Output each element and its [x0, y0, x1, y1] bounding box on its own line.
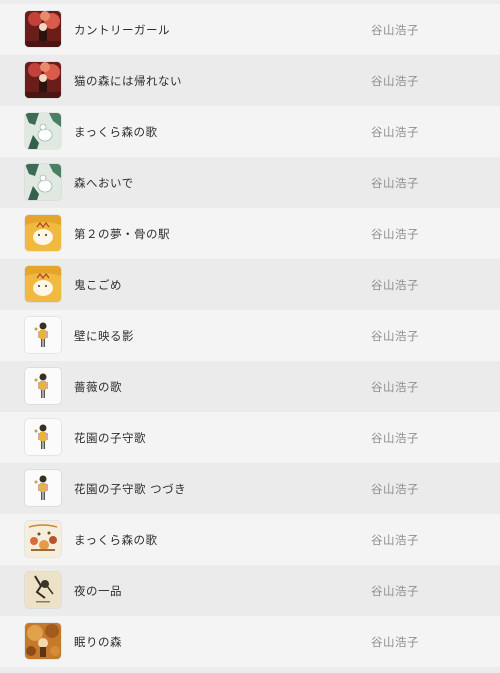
track-artist: 谷山浩子	[371, 481, 419, 496]
track-row[interactable]: 壁に映る影 谷山浩子	[0, 310, 500, 361]
track-row[interactable]: 花園の子守歌 谷山浩子	[0, 412, 500, 463]
track-title: まっくら森の歌	[74, 532, 158, 547]
track-title: 鬼こごめ	[74, 277, 122, 292]
track-row[interactable]: 猫の森には帰れない 谷山浩子	[0, 55, 500, 106]
track-row[interactable]: 第２の夢・骨の駅 谷山浩子	[0, 208, 500, 259]
album-art-white	[25, 368, 61, 404]
album-art-red	[25, 11, 61, 47]
track-title: 薔薇の歌	[74, 379, 122, 394]
track-artist: 谷山浩子	[371, 634, 419, 649]
track-artist: 谷山浩子	[371, 73, 419, 88]
track-artist: 谷山浩子	[371, 22, 419, 37]
album-art-red	[25, 62, 61, 98]
track-title: 花園の子守歌 つづき	[74, 481, 187, 496]
track-list: カントリーガール 谷山浩子 猫の森には帰れない 谷山浩子 まっくら森の歌 谷山浩…	[0, 0, 500, 673]
track-title: 第２の夢・骨の駅	[74, 226, 170, 241]
track-artist: 谷山浩子	[371, 379, 419, 394]
album-art-white	[25, 317, 61, 353]
track-artist: 谷山浩子	[371, 124, 419, 139]
track-title: 夜の一品	[74, 583, 122, 598]
track-row[interactable]: 薔薇の歌 谷山浩子	[0, 361, 500, 412]
album-art-yellow	[25, 266, 61, 302]
track-artist: 谷山浩子	[371, 175, 419, 190]
album-art-white	[25, 419, 61, 455]
album-art-green	[25, 164, 61, 200]
track-title: 花園の子守歌	[74, 430, 146, 445]
album-art-orange	[25, 623, 61, 659]
track-row[interactable]: 鬼こごめ 谷山浩子	[0, 259, 500, 310]
album-art-yellow	[25, 215, 61, 251]
track-row[interactable]: 夜の一品 谷山浩子	[0, 565, 500, 616]
album-art-white	[25, 470, 61, 506]
track-row[interactable]: 花園の子守歌 つづき 谷山浩子	[0, 463, 500, 514]
track-title: 壁に映る影	[74, 328, 134, 343]
track-artist: 谷山浩子	[371, 226, 419, 241]
track-row[interactable]: カントリーガール 谷山浩子	[0, 4, 500, 55]
track-artist: 谷山浩子	[371, 328, 419, 343]
track-title: カントリーガール	[74, 22, 170, 37]
track-artist: 谷山浩子	[371, 532, 419, 547]
track-row[interactable]: 眠りの森 谷山浩子	[0, 616, 500, 667]
track-row[interactable]: まっくら森の歌 谷山浩子	[0, 514, 500, 565]
track-artist: 谷山浩子	[371, 277, 419, 292]
track-title: 眠りの森	[74, 634, 122, 649]
track-artist: 谷山浩子	[371, 583, 419, 598]
track-artist: 谷山浩子	[371, 430, 419, 445]
track-title: 猫の森には帰れない	[74, 73, 182, 88]
track-row[interactable]: まっくら森の歌 谷山浩子	[0, 106, 500, 157]
track-title: 森へおいで	[74, 175, 134, 190]
track-title: まっくら森の歌	[74, 124, 158, 139]
album-art-cream	[25, 521, 61, 557]
album-art-green	[25, 113, 61, 149]
album-art-beige	[25, 572, 61, 608]
track-row[interactable]: 森へおいで 谷山浩子	[0, 157, 500, 208]
